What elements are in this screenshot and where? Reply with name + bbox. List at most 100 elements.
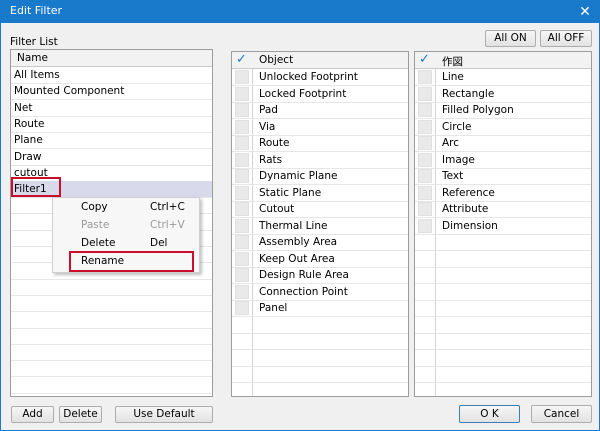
- object-item[interactable]: Thermal Line: [232, 218, 408, 235]
- object-empty-row: [232, 350, 408, 367]
- filter-list-item[interactable]: Mounted Component: [11, 83, 212, 101]
- cancel-button[interactable]: Cancel: [531, 405, 592, 423]
- drawing-item-checkbox[interactable]: [418, 218, 432, 233]
- object-item[interactable]: Static Plane: [232, 185, 408, 202]
- close-icon[interactable]: ✕: [571, 1, 599, 23]
- drawing-item-label: Text: [442, 170, 464, 182]
- object-item-checkbox[interactable]: [235, 185, 249, 200]
- drawing-empty-row: [415, 317, 591, 334]
- object-item-checkbox[interactable]: [235, 86, 249, 101]
- drawing-empty-row: [415, 284, 591, 301]
- drawing-item[interactable]: Attribute: [415, 201, 591, 218]
- object-header: ✓ Object: [232, 52, 408, 69]
- object-item-checkbox[interactable]: [235, 268, 249, 282]
- menu-item-label: Copy: [81, 201, 108, 213]
- filter-list-item-label: Draw: [14, 150, 42, 163]
- filter-list-item-label: All Items: [14, 69, 60, 81]
- title-bar: Edit Filter ✕: [1, 1, 599, 23]
- object-item-checkbox[interactable]: [235, 251, 249, 266]
- object-check-all-icon[interactable]: ✓: [236, 52, 247, 67]
- add-button[interactable]: Add: [11, 406, 54, 423]
- filter-list-item[interactable]: Draw: [11, 149, 212, 166]
- drawing-item-label: Reference: [442, 186, 495, 199]
- object-item[interactable]: Pad: [232, 102, 408, 119]
- filter-list-item[interactable]: Net: [11, 100, 212, 117]
- drawing-item-checkbox[interactable]: [418, 119, 432, 134]
- menu-item-shortcut: Ctrl+C: [150, 201, 185, 213]
- object-empty-row: [232, 383, 408, 397]
- filter-list-item[interactable]: Plane: [11, 132, 212, 150]
- object-item[interactable]: Unlocked Footprint: [232, 69, 408, 86]
- filter-list-item-label: Route: [14, 117, 45, 130]
- object-item[interactable]: Rats: [232, 152, 408, 169]
- drawing-item-checkbox[interactable]: [418, 202, 432, 216]
- object-item[interactable]: Dynamic Plane: [232, 168, 408, 185]
- drawing-item[interactable]: Text: [415, 168, 591, 185]
- object-item[interactable]: Keep Out Area: [232, 251, 408, 268]
- drawing-check-all-icon[interactable]: ✓: [419, 52, 430, 67]
- object-item-checkbox[interactable]: [235, 169, 249, 183]
- object-item-checkbox[interactable]: [235, 301, 249, 315]
- drawing-item[interactable]: Image: [415, 152, 591, 169]
- menu-item-copy[interactable]: Copy Ctrl+C: [53, 199, 199, 216]
- filter1-highlight: [11, 177, 61, 197]
- drawing-item-checkbox[interactable]: [418, 152, 432, 167]
- object-item-label: Locked Footprint: [259, 87, 347, 100]
- object-item-label: Rats: [259, 153, 283, 166]
- object-item-label: Thermal Line: [259, 219, 328, 232]
- filter-list-item-label: Plane: [14, 134, 43, 147]
- drawing-item[interactable]: Line: [415, 69, 591, 86]
- drawing-item[interactable]: Filled Polygon: [415, 102, 591, 119]
- object-item-label: Panel: [259, 302, 288, 314]
- drawing-item[interactable]: Reference: [415, 185, 591, 202]
- drawing-item-checkbox[interactable]: [418, 70, 432, 84]
- object-item[interactable]: Locked Footprint: [232, 86, 408, 103]
- object-item-checkbox[interactable]: [235, 152, 249, 167]
- object-item-checkbox[interactable]: [235, 119, 249, 134]
- drawing-item[interactable]: Rectangle: [415, 86, 591, 103]
- menu-item-delete[interactable]: Delete Del: [53, 235, 199, 252]
- menu-item-shortcut: Del: [150, 237, 168, 249]
- object-item[interactable]: Connection Point: [232, 284, 408, 301]
- filter-list-item[interactable]: All Items: [11, 67, 212, 84]
- object-item[interactable]: Cutout: [232, 201, 408, 218]
- object-item-label: Keep Out Area: [259, 252, 335, 265]
- drawing-item[interactable]: Arc: [415, 135, 591, 152]
- drawing-item-checkbox[interactable]: [418, 185, 432, 200]
- drawing-item-label: Line: [442, 71, 464, 83]
- drawing-item-checkbox[interactable]: [418, 103, 432, 117]
- object-empty-row: [232, 333, 408, 350]
- use-default-button[interactable]: Use Default: [115, 406, 213, 423]
- object-item[interactable]: Panel: [232, 300, 408, 317]
- drawing-item[interactable]: Circle: [415, 119, 591, 136]
- drawing-item[interactable]: Dimension: [415, 218, 591, 235]
- delete-button[interactable]: Delete: [59, 406, 102, 423]
- drawing-empty-row: [415, 251, 591, 268]
- object-item[interactable]: Design Rule Area: [232, 267, 408, 284]
- object-item[interactable]: Route: [232, 135, 408, 152]
- drawing-item-checkbox[interactable]: [418, 169, 432, 183]
- drawing-empty-row: [415, 234, 591, 251]
- object-item[interactable]: Via: [232, 119, 408, 136]
- drawing-item-label: Rectangle: [442, 87, 495, 100]
- object-item-checkbox[interactable]: [235, 235, 249, 249]
- all-on-button[interactable]: All ON: [485, 30, 536, 47]
- object-item-checkbox[interactable]: [235, 218, 249, 233]
- all-off-button[interactable]: All OFF: [540, 30, 592, 47]
- filter-list-item[interactable]: Route: [11, 116, 212, 133]
- drawing-item-checkbox[interactable]: [418, 86, 432, 101]
- menu-item-shortcut: Ctrl+V: [150, 219, 185, 231]
- ok-button[interactable]: O K: [459, 405, 520, 423]
- object-item-checkbox[interactable]: [235, 103, 249, 117]
- filter-list-empty-row: [11, 279, 212, 296]
- window-title: Edit Filter: [10, 4, 63, 17]
- menu-item-paste[interactable]: Paste Ctrl+V: [53, 217, 199, 234]
- object-item-checkbox[interactable]: [235, 136, 249, 150]
- drawing-item-checkbox[interactable]: [418, 136, 432, 150]
- object-item-checkbox[interactable]: [235, 284, 249, 299]
- object-item-checkbox[interactable]: [235, 202, 249, 216]
- object-item-checkbox[interactable]: [235, 70, 249, 84]
- filter-list-header: Name: [11, 50, 212, 67]
- object-item-label: Pad: [259, 104, 278, 116]
- object-item[interactable]: Assembly Area: [232, 234, 408, 251]
